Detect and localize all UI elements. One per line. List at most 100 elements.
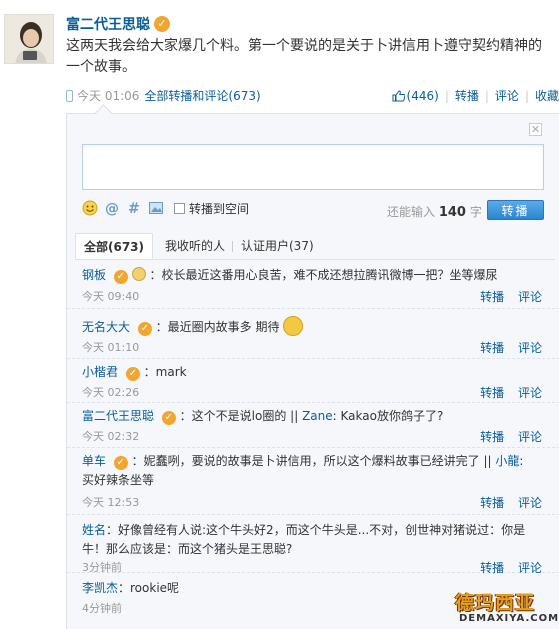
comment-repost-link[interactable]: 转播: [480, 430, 504, 444]
comment-author[interactable]: 李凯杰: [82, 581, 118, 595]
all-reposts-label: 全部转播和评论: [144, 89, 229, 103]
post-meta-row: 今天 01:06 全部转播和评论(673) (446) | 转播 | 评论 | …: [66, 87, 559, 103]
mention-link[interactable]: 小龍: [495, 454, 519, 468]
reply-textarea[interactable]: [82, 144, 544, 190]
mobile-icon: [66, 89, 73, 102]
comment-text: ：rookie呢: [118, 581, 180, 595]
tab-all[interactable]: 全部(673): [75, 233, 154, 259]
comment-time: 今天 12:53: [82, 496, 140, 509]
comment-actions: 转播 评论: [480, 339, 542, 356]
panel-pointer: [94, 104, 113, 123]
tab-verified[interactable]: 认证用户(37): [233, 233, 322, 259]
comment-text: ：mark: [143, 365, 187, 379]
comment-item: 钢板 ✓ ：校长最近这番用心良苦，难不成还想拉腾讯微博一把？坐等爆尿 今天 09…: [67, 260, 559, 309]
comment-button[interactable]: 评论: [495, 87, 519, 104]
repost-panel: ✕ @ # 转播到空间 还能输入 140 字 转播 全部(673) 我收听的人 …: [66, 104, 559, 629]
watermark-subtitle: DEMAXIYA.COM: [459, 613, 559, 624]
char-counter-suffix: 字: [469, 205, 482, 219]
comment-body: 无名大大 ✓ ：最近圈内故事多 期待: [82, 316, 537, 337]
comment-text: ：妮蠢咧，要说的故事是卜讲信用，所以这个爆料故事已经讲完了 ||: [131, 454, 496, 468]
comment-author[interactable]: 姓名: [82, 523, 106, 537]
comment-actions: 转播 评论: [480, 494, 542, 511]
reply-toolbar: @ # 转播到空间: [82, 199, 249, 217]
like-button[interactable]: (446): [392, 89, 439, 103]
comment-text: ：好像曾经有人说:这个牛头好2，而这个牛头是...不对，创世神对猪说过：你是牛！…: [82, 523, 526, 556]
comment-item: 姓名：好像曾经有人说:这个牛头好2，而这个牛头是...不对，创世神对猪说过：你是…: [67, 515, 559, 575]
comment-body: 姓名：好像曾经有人说:这个牛头好2，而这个牛头是...不对，创世神对猪说过：你是…: [82, 521, 537, 559]
comment-item: 小楷君 ✓ ：mark 今天 02:26 转播 评论: [67, 359, 559, 403]
comment-repost-link[interactable]: 转播: [480, 341, 504, 355]
comment-text: ：这个不是说lo圈的 ||: [179, 409, 303, 423]
comment-item: 富二代王思聪 ✓ ：这个不是说lo圈的 || Zane: Kakao放你鸽子了?…: [67, 403, 559, 448]
author-name[interactable]: 富二代王思聪: [66, 14, 150, 34]
comment-body: 单车 ✓ ：妮蠢咧，要说的故事是卜讲信用，所以这个爆料故事已经讲完了 || 小龍…: [82, 452, 537, 490]
medal-icon: [131, 267, 146, 281]
grin-emoji-icon: [283, 316, 304, 336]
svg-text:#: #: [128, 201, 140, 216]
comment-repost-link[interactable]: 转播: [480, 496, 504, 510]
comment-actions: 转播 评论: [480, 288, 542, 305]
repost-to-space-checkbox[interactable]: [174, 202, 185, 214]
emoji-icon[interactable]: [82, 200, 98, 216]
hashtag-icon[interactable]: #: [126, 200, 142, 216]
site-watermark-logo: 德玛西亚 DEMAXIYA.COM: [455, 588, 558, 628]
verified-badge-icon: ✓: [125, 367, 140, 381]
comment-author[interactable]: 无名大大: [82, 320, 130, 334]
tab-following[interactable]: 我收听的人: [157, 233, 233, 259]
mention-icon[interactable]: @: [104, 200, 120, 216]
comment-reply-link[interactable]: 评论: [518, 496, 542, 510]
image-icon[interactable]: [148, 200, 164, 216]
char-counter-prefix: 还能输入: [387, 205, 436, 219]
comment-author[interactable]: 钢板: [82, 268, 106, 282]
comment-repost-link[interactable]: 转播: [480, 386, 504, 400]
thumb-up-icon: [392, 89, 405, 101]
comment-body: 钢板 ✓ ：校长最近这番用心良苦，难不成还想拉腾讯微博一把？坐等爆尿: [82, 266, 537, 285]
comment-text: ：校长最近这番用心良苦，难不成还想拉腾讯微博一把？坐等爆尿: [149, 268, 498, 282]
comment-reply-link[interactable]: 评论: [518, 430, 542, 444]
comment-repost-link[interactable]: 转播: [480, 290, 504, 304]
repost-to-space-label: 转播到空间: [189, 201, 250, 216]
all-reposts-link[interactable]: 全部转播和评论(673): [144, 87, 260, 104]
post-time: 今天 01:06: [77, 89, 140, 103]
comment-reply-link[interactable]: 评论: [518, 290, 542, 304]
favorite-button[interactable]: 收藏: [535, 87, 559, 104]
comment-item: 无名大大 ✓ ：最近圈内故事多 期待 今天 01:10 转播 评论: [67, 309, 559, 359]
comment-author[interactable]: 小楷君: [82, 365, 118, 379]
author-avatar[interactable]: [4, 14, 54, 64]
comment-item: 单车 ✓ ：妮蠢咧，要说的故事是卜讲信用，所以这个爆料故事已经讲完了 || 小龍…: [67, 448, 559, 515]
char-counter-value: 140: [438, 205, 466, 220]
comment-tabs: 全部(673) 我收听的人 认证用户(37): [75, 233, 555, 260]
repost-submit-button[interactable]: 转播: [487, 200, 544, 220]
comment-text-cont: : Kakao放你鸽子了?: [332, 409, 444, 423]
comment-actions: 转播 评论: [480, 428, 542, 445]
svg-text:@: @: [105, 201, 119, 216]
comment-body: 富二代王思聪 ✓ ：这个不是说lo圈的 || Zane: Kakao放你鸽子了?: [82, 407, 537, 426]
post-text: 这两天我会给大家爆几个料。第一个要说的是关于卜讲信用卜遵守契约精神的一个故事。: [66, 38, 542, 75]
post-author[interactable]: 富二代王思聪 ✓: [66, 14, 170, 34]
watermark-title: 德玛西亚: [455, 592, 536, 614]
verified-badge-icon: ✓: [161, 411, 176, 425]
all-reposts-count: (673): [228, 89, 261, 103]
repost-button[interactable]: 转播: [455, 87, 479, 104]
verified-badge-icon: ✓: [137, 322, 152, 336]
comment-actions: 转播 评论: [480, 384, 542, 401]
verified-badge-icon: ✓: [154, 16, 170, 32]
comment-time: 今天 02:32: [82, 430, 140, 443]
close-icon[interactable]: ✕: [529, 123, 542, 136]
comment-reply-link[interactable]: 评论: [518, 341, 542, 355]
comment-reply-link[interactable]: 评论: [518, 386, 542, 400]
comment-author[interactable]: 单车: [82, 454, 106, 468]
comment-time: 今天 02:26: [82, 386, 140, 399]
comment-list: 钢板 ✓ ：校长最近这番用心良苦，难不成还想拉腾讯微博一把？坐等爆尿 今天 09…: [67, 260, 559, 619]
char-counter: 还能输入 140 字: [387, 203, 482, 220]
comment-time: 4分钟前: [82, 602, 122, 615]
comment-body: 小楷君 ✓ ：mark: [82, 363, 537, 382]
comment-time: 今天 09:40: [82, 290, 140, 303]
mention-link[interactable]: Zane: [302, 409, 333, 423]
comment-time: 今天 01:10: [82, 341, 140, 354]
like-count: (446): [406, 88, 439, 103]
comment-text: ：最近圈内故事多 期待: [155, 320, 280, 334]
verified-badge-icon: ✓: [113, 270, 128, 284]
verified-badge-icon: ✓: [113, 456, 128, 470]
comment-author[interactable]: 富二代王思聪: [82, 409, 154, 423]
